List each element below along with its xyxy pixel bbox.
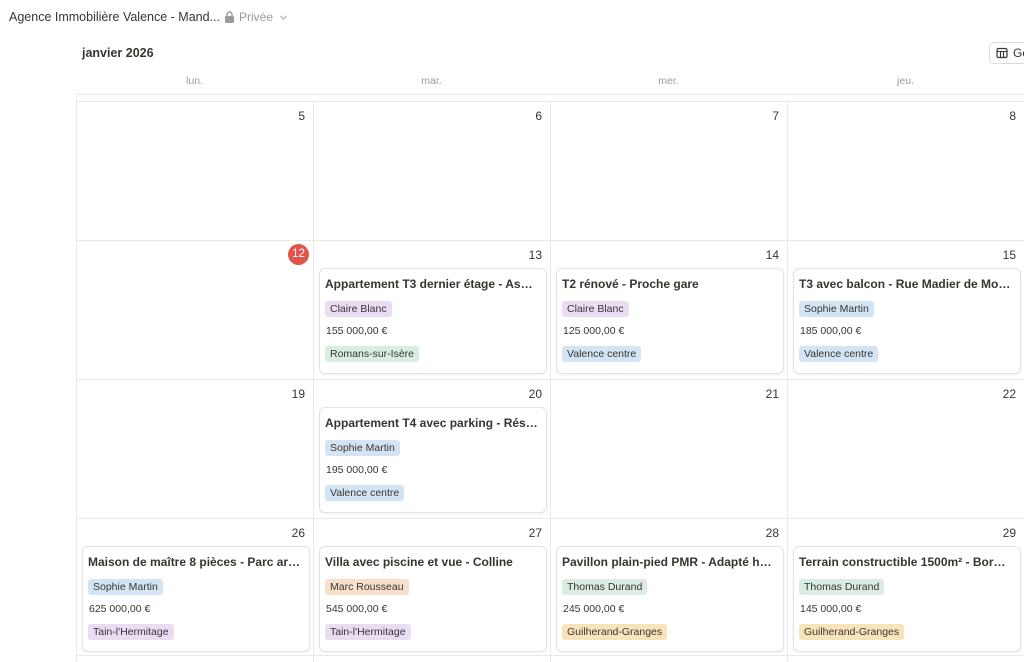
day-cell[interactable]: 14 T2 rénové - Proche gare Claire Blanc 125… [550, 240, 787, 379]
database-title[interactable]: Agence Immobilière Valence - Mand... [9, 10, 220, 24]
today-day-number: 12 [288, 244, 309, 265]
day-cell[interactable]: 5 [76, 101, 313, 240]
listing-card[interactable]: Terrain constructible 1500m² - Bord de..… [793, 546, 1021, 652]
listing-card[interactable]: Maison de maître 8 pièces - Parc arboré S… [82, 546, 310, 652]
listing-card[interactable]: T2 rénové - Proche gare Claire Blanc 125 0… [556, 268, 784, 374]
weekday-label: mar. [421, 75, 442, 87]
agent-tag: Sophie Martin [799, 301, 874, 317]
day-number: 14 [765, 248, 779, 262]
day-number: 19 [291, 387, 305, 401]
month-label: janvier 2026 [82, 46, 154, 60]
day-number: 26 [291, 526, 305, 540]
day-number: 28 [765, 526, 779, 540]
location-tag: Guilherand-Granges [562, 624, 668, 640]
lock-icon [225, 11, 234, 23]
day-cell[interactable]: 27 Villa avec piscine et vue - Colline Mar… [313, 518, 550, 657]
location-tag: Valence centre [562, 346, 642, 362]
agent-tag: Claire Blanc [325, 301, 392, 317]
day-cell[interactable]: 22 [787, 379, 1024, 518]
agent-tag: Sophie Martin [88, 579, 163, 595]
day-cell[interactable]: 26 Maison de maître 8 pièces - Parc arbor… [76, 518, 313, 657]
listing-title: Appartement T3 dernier étage - Ascen... [325, 277, 538, 291]
day-number: 21 [765, 387, 779, 401]
location-tag: Tain-l'Hermitage [325, 624, 411, 640]
day-cell[interactable]: 28 Pavillon plain-pied PMR - Adapté han..… [550, 518, 787, 657]
chevron-down-icon [280, 15, 287, 20]
weekday-label: lun. [186, 75, 203, 87]
listing-card[interactable]: Appartement T3 dernier étage - Ascen... C… [319, 268, 547, 374]
location-tag: Valence centre [325, 485, 405, 501]
listing-price: 625 000,00 € [89, 603, 151, 615]
day-number: 5 [298, 109, 305, 123]
location-tag: Romans-sur-Isère [325, 346, 420, 362]
listing-price: 125 000,00 € [563, 325, 625, 337]
database-icon [996, 47, 1008, 59]
listing-title: Maison de maître 8 pièces - Parc arboré [88, 555, 301, 569]
top-bar: Agence Immobilière Valence - Mand... Pri… [0, 0, 1024, 34]
manage-database-button[interactable]: Gé [989, 42, 1024, 64]
listing-price: 545 000,00 € [326, 603, 388, 615]
day-cell[interactable]: 12 [76, 240, 313, 379]
day-cell[interactable]: 13 Appartement T3 dernier étage - Ascen..… [313, 240, 550, 379]
day-cell[interactable]: 29 Terrain constructible 1500m² - Bord de… [787, 518, 1024, 657]
privacy-selector[interactable]: Privée [224, 10, 288, 24]
day-number: 29 [1002, 526, 1016, 540]
listing-price: 245 000,00 € [563, 603, 625, 615]
agent-tag: Sophie Martin [325, 440, 400, 456]
location-tag: Valence centre [799, 346, 879, 362]
day-number: 13 [528, 248, 542, 262]
listing-card[interactable]: T3 avec balcon - Rue Madier de Montj... S… [793, 268, 1021, 374]
agent-tag: Claire Blanc [562, 301, 629, 317]
location-tag: Tain-l'Hermitage [88, 624, 174, 640]
day-cell[interactable]: 20 Appartement T4 avec parking - Réside..… [313, 379, 550, 518]
listing-price: 145 000,00 € [800, 603, 862, 615]
weekday-header: lun. mar. mer. jeu. [76, 72, 1024, 94]
listing-price: 195 000,00 € [326, 464, 388, 476]
day-cell[interactable]: 7 [550, 101, 787, 240]
agent-tag: Thomas Durand [562, 579, 648, 595]
agent-tag: Marc Rousseau [325, 579, 409, 595]
listing-card[interactable]: Pavillon plain-pied PMR - Adapté han... T… [556, 546, 784, 652]
manage-label: Gé [1013, 46, 1024, 60]
day-cell[interactable]: 8 [787, 101, 1024, 240]
listing-title: T3 avec balcon - Rue Madier de Montj... [799, 277, 1012, 291]
listing-title: Terrain constructible 1500m² - Bord de..… [799, 555, 1012, 569]
listing-price: 155 000,00 € [326, 325, 388, 337]
listing-card[interactable]: Appartement T4 avec parking - Réside... S… [319, 407, 547, 513]
previous-week-strip [76, 94, 1024, 101]
day-number: 8 [1009, 109, 1016, 123]
day-number: 20 [528, 387, 542, 401]
day-cell[interactable]: 21 [550, 379, 787, 518]
listing-title: T2 rénové - Proche gare [562, 277, 699, 291]
listing-card[interactable]: Villa avec piscine et vue - Colline Marc … [319, 546, 547, 652]
day-number: 7 [772, 109, 779, 123]
agent-tag: Thomas Durand [799, 579, 885, 595]
day-cell[interactable]: 19 [76, 379, 313, 518]
listing-title: Appartement T4 avec parking - Réside... [325, 416, 538, 430]
listing-title: Villa avec piscine et vue - Colline [325, 555, 513, 569]
day-number: 15 [1002, 248, 1016, 262]
calendar-grid: 5 6 7 8 12 13 Appartement T3 dernier étage - A… [76, 94, 1024, 662]
listing-title: Pavillon plain-pied PMR - Adapté han... [562, 555, 775, 569]
day-cell[interactable]: 15 T3 avec balcon - Rue Madier de Montj..… [787, 240, 1024, 379]
day-number: 6 [535, 109, 542, 123]
day-number: 27 [528, 526, 542, 540]
location-tag: Guilherand-Granges [799, 624, 905, 640]
privacy-label: Privée [239, 10, 274, 24]
listing-price: 185 000,00 € [800, 325, 862, 337]
weekday-label: mer. [658, 75, 679, 87]
day-number: 22 [1002, 387, 1016, 401]
day-cell[interactable]: 6 [313, 101, 550, 240]
weekday-label: jeu. [897, 75, 914, 87]
